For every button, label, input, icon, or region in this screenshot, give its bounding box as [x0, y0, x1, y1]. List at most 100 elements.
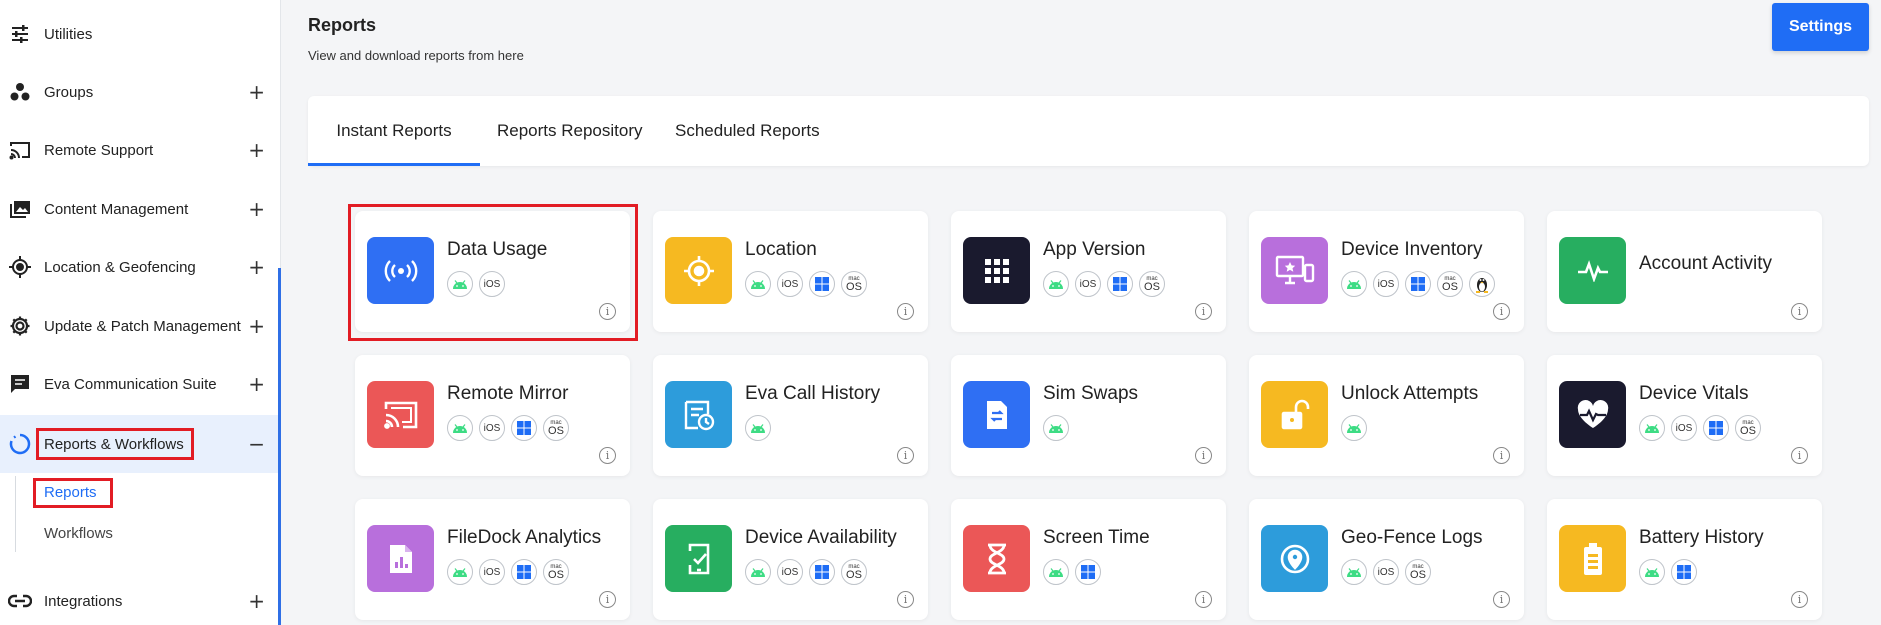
platform-list: [1341, 415, 1367, 441]
expand-icon[interactable]: +: [248, 138, 265, 162]
info-icon[interactable]: i: [1791, 591, 1808, 608]
tab-instant-reports[interactable]: Instant Reports: [308, 96, 480, 166]
sidebar-item-label: Groups: [44, 83, 94, 101]
report-card[interactable]: Account Activity i: [1547, 211, 1822, 332]
report-card[interactable]: Battery History i: [1547, 499, 1822, 620]
macos-icon: mac OS: [543, 415, 569, 441]
report-tabs: Instant Reports Reports Repository Sched…: [308, 96, 1869, 166]
card-title: Remote Mirror: [447, 383, 569, 404]
android-icon: [1341, 415, 1367, 441]
android-icon: [447, 415, 473, 441]
crosshair-icon: [665, 237, 732, 304]
info-icon[interactable]: i: [1791, 303, 1808, 320]
info-icon[interactable]: i: [1493, 591, 1510, 608]
platform-list: iOS mac OS: [1341, 559, 1431, 585]
report-card[interactable]: Location iOS mac OS i: [653, 211, 928, 332]
devices-icon: [1261, 237, 1328, 304]
info-icon[interactable]: i: [599, 303, 616, 320]
windows-icon: [1107, 271, 1133, 297]
call-history-icon: [665, 381, 732, 448]
sidebar-item-location-geofencing[interactable]: Location & Geofencing +: [0, 238, 281, 296]
info-icon[interactable]: i: [1493, 303, 1510, 320]
report-card[interactable]: FileDock Analytics iOS mac OS i: [355, 499, 630, 620]
sidebar-item-eva-communication[interactable]: Eva Communication Suite +: [0, 355, 281, 413]
android-icon: [447, 559, 473, 585]
android-icon: [1639, 415, 1665, 441]
windows-icon: [809, 559, 835, 585]
chat-icon: [7, 371, 33, 397]
expand-icon[interactable]: +: [248, 197, 265, 221]
info-icon[interactable]: i: [1493, 447, 1510, 464]
report-card[interactable]: Remote Mirror iOS mac OS i: [355, 355, 630, 476]
info-icon[interactable]: i: [1791, 447, 1808, 464]
windows-icon: [1671, 559, 1697, 585]
expand-icon[interactable]: +: [248, 372, 265, 396]
sidebar-item-remote-support[interactable]: Remote Support +: [0, 121, 281, 179]
platform-list: iOS mac OS: [1341, 271, 1495, 297]
sidebar-item-label: Update & Patch Management: [44, 317, 241, 335]
info-icon[interactable]: i: [1195, 591, 1212, 608]
sidebar-subitem-workflows[interactable]: Workflows: [44, 525, 113, 542]
report-card[interactable]: Device Availability iOS mac OS i: [653, 499, 928, 620]
platform-list: [745, 415, 771, 441]
ios-icon: iOS: [1373, 271, 1399, 297]
sliders-icon: [7, 21, 33, 47]
ios-icon: iOS: [1075, 271, 1101, 297]
sidebar-item-integrations[interactable]: Integrations +: [0, 572, 281, 625]
circle-progress-icon: [7, 431, 33, 457]
info-icon[interactable]: i: [897, 447, 914, 464]
report-card[interactable]: Unlock Attempts i: [1249, 355, 1524, 476]
tab-reports-repository[interactable]: Reports Repository: [497, 96, 643, 166]
card-title: Eva Call History: [745, 383, 881, 404]
android-icon: [447, 271, 473, 297]
android-icon: [745, 271, 771, 297]
macos-icon: mac OS: [1735, 415, 1761, 441]
platform-list: iOS mac OS: [447, 559, 569, 585]
tab-scheduled-reports[interactable]: Scheduled Reports: [675, 96, 820, 166]
sidebar-item-content-management[interactable]: Content Management +: [0, 180, 281, 238]
ios-icon: iOS: [479, 271, 505, 297]
card-title: Screen Time: [1043, 527, 1150, 548]
expand-icon[interactable]: +: [248, 255, 265, 279]
info-icon[interactable]: i: [599, 447, 616, 464]
expand-icon[interactable]: +: [248, 314, 265, 338]
info-icon[interactable]: i: [599, 591, 616, 608]
groups-icon: [7, 79, 33, 105]
sidebar-item-label: Utilities: [44, 25, 93, 43]
sidebar-item-reports-workflows[interactable]: Reports & Workflows −: [0, 415, 281, 473]
report-card[interactable]: App Version iOS mac OS i: [951, 211, 1226, 332]
report-card[interactable]: Geo-Fence Logs iOS mac OS i: [1249, 499, 1524, 620]
report-card[interactable]: Screen Time i: [951, 499, 1226, 620]
info-icon[interactable]: i: [1195, 303, 1212, 320]
broadcast-icon: [367, 237, 434, 304]
cast-icon: [7, 137, 33, 163]
sidebar-item-utilities[interactable]: Utilities: [0, 5, 281, 63]
ios-icon: iOS: [479, 415, 505, 441]
info-icon[interactable]: i: [897, 303, 914, 320]
settings-button[interactable]: Settings: [1772, 3, 1869, 51]
expand-icon[interactable]: +: [248, 80, 265, 104]
target-icon: [7, 254, 33, 280]
heart-pulse-icon: [1559, 381, 1626, 448]
report-card[interactable]: Eva Call History i: [653, 355, 928, 476]
report-card[interactable]: Device Vitals iOS mac OS i: [1547, 355, 1822, 476]
platform-list: iOS mac OS: [1639, 415, 1761, 441]
expand-icon[interactable]: +: [248, 589, 265, 613]
active-tab-indicator: [308, 163, 480, 166]
report-card[interactable]: Sim Swaps i: [951, 355, 1226, 476]
report-card[interactable]: Device Inventory iOS mac OS i: [1249, 211, 1524, 332]
card-title: Data Usage: [447, 239, 548, 260]
tab-label: Instant Reports: [336, 121, 452, 140]
platform-list: iOS: [447, 271, 505, 297]
sidebar-subitem-reports[interactable]: Reports: [44, 484, 97, 501]
info-icon[interactable]: i: [1195, 447, 1212, 464]
collapse-icon[interactable]: −: [248, 432, 265, 456]
sidebar-item-update-patch[interactable]: Update & Patch Management +: [0, 297, 281, 355]
pulse-icon: [1559, 237, 1626, 304]
windows-icon: [809, 271, 835, 297]
battery-icon: [1559, 525, 1626, 592]
sidebar-item-groups[interactable]: Groups +: [0, 63, 281, 121]
info-icon[interactable]: i: [897, 591, 914, 608]
report-card[interactable]: Data Usage iOS i: [355, 211, 630, 332]
sidebar-item-label: Eva Communication Suite: [44, 375, 217, 393]
